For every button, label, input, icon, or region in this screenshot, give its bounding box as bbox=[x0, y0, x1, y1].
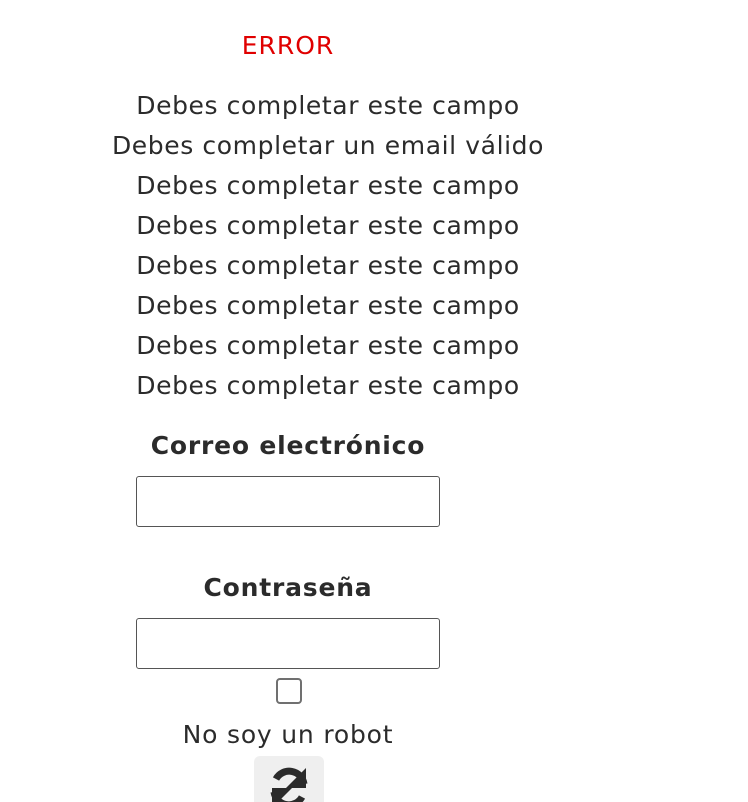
error-message: Debes completar este campo bbox=[136, 371, 520, 400]
email-label: Correo electrónico bbox=[150, 431, 426, 460]
password-label: Contraseña bbox=[203, 573, 373, 602]
error-message: Debes completar este campo bbox=[136, 171, 520, 200]
error-message: Debes completar un email válido bbox=[111, 131, 545, 160]
captcha-refresh-button[interactable] bbox=[254, 756, 324, 802]
not-robot-checkbox[interactable] bbox=[276, 678, 302, 704]
password-field[interactable] bbox=[136, 618, 440, 669]
error-message: Debes completar este campo bbox=[136, 331, 520, 360]
error-message: Debes completar este campo bbox=[136, 291, 520, 320]
email-field[interactable] bbox=[136, 476, 440, 527]
error-message: Debes completar este campo bbox=[136, 251, 520, 280]
error-list: Debes completar este campo Debes complet… bbox=[0, 86, 656, 406]
refresh-icon bbox=[270, 767, 308, 802]
error-message: Debes completar este campo bbox=[136, 211, 520, 240]
login-form-page: ERROR Debes completar este campo Debes c… bbox=[0, 0, 748, 802]
not-robot-label: No soy un robot bbox=[182, 720, 394, 749]
error-title: ERROR bbox=[241, 31, 335, 60]
error-message: Debes completar este campo bbox=[136, 91, 520, 120]
